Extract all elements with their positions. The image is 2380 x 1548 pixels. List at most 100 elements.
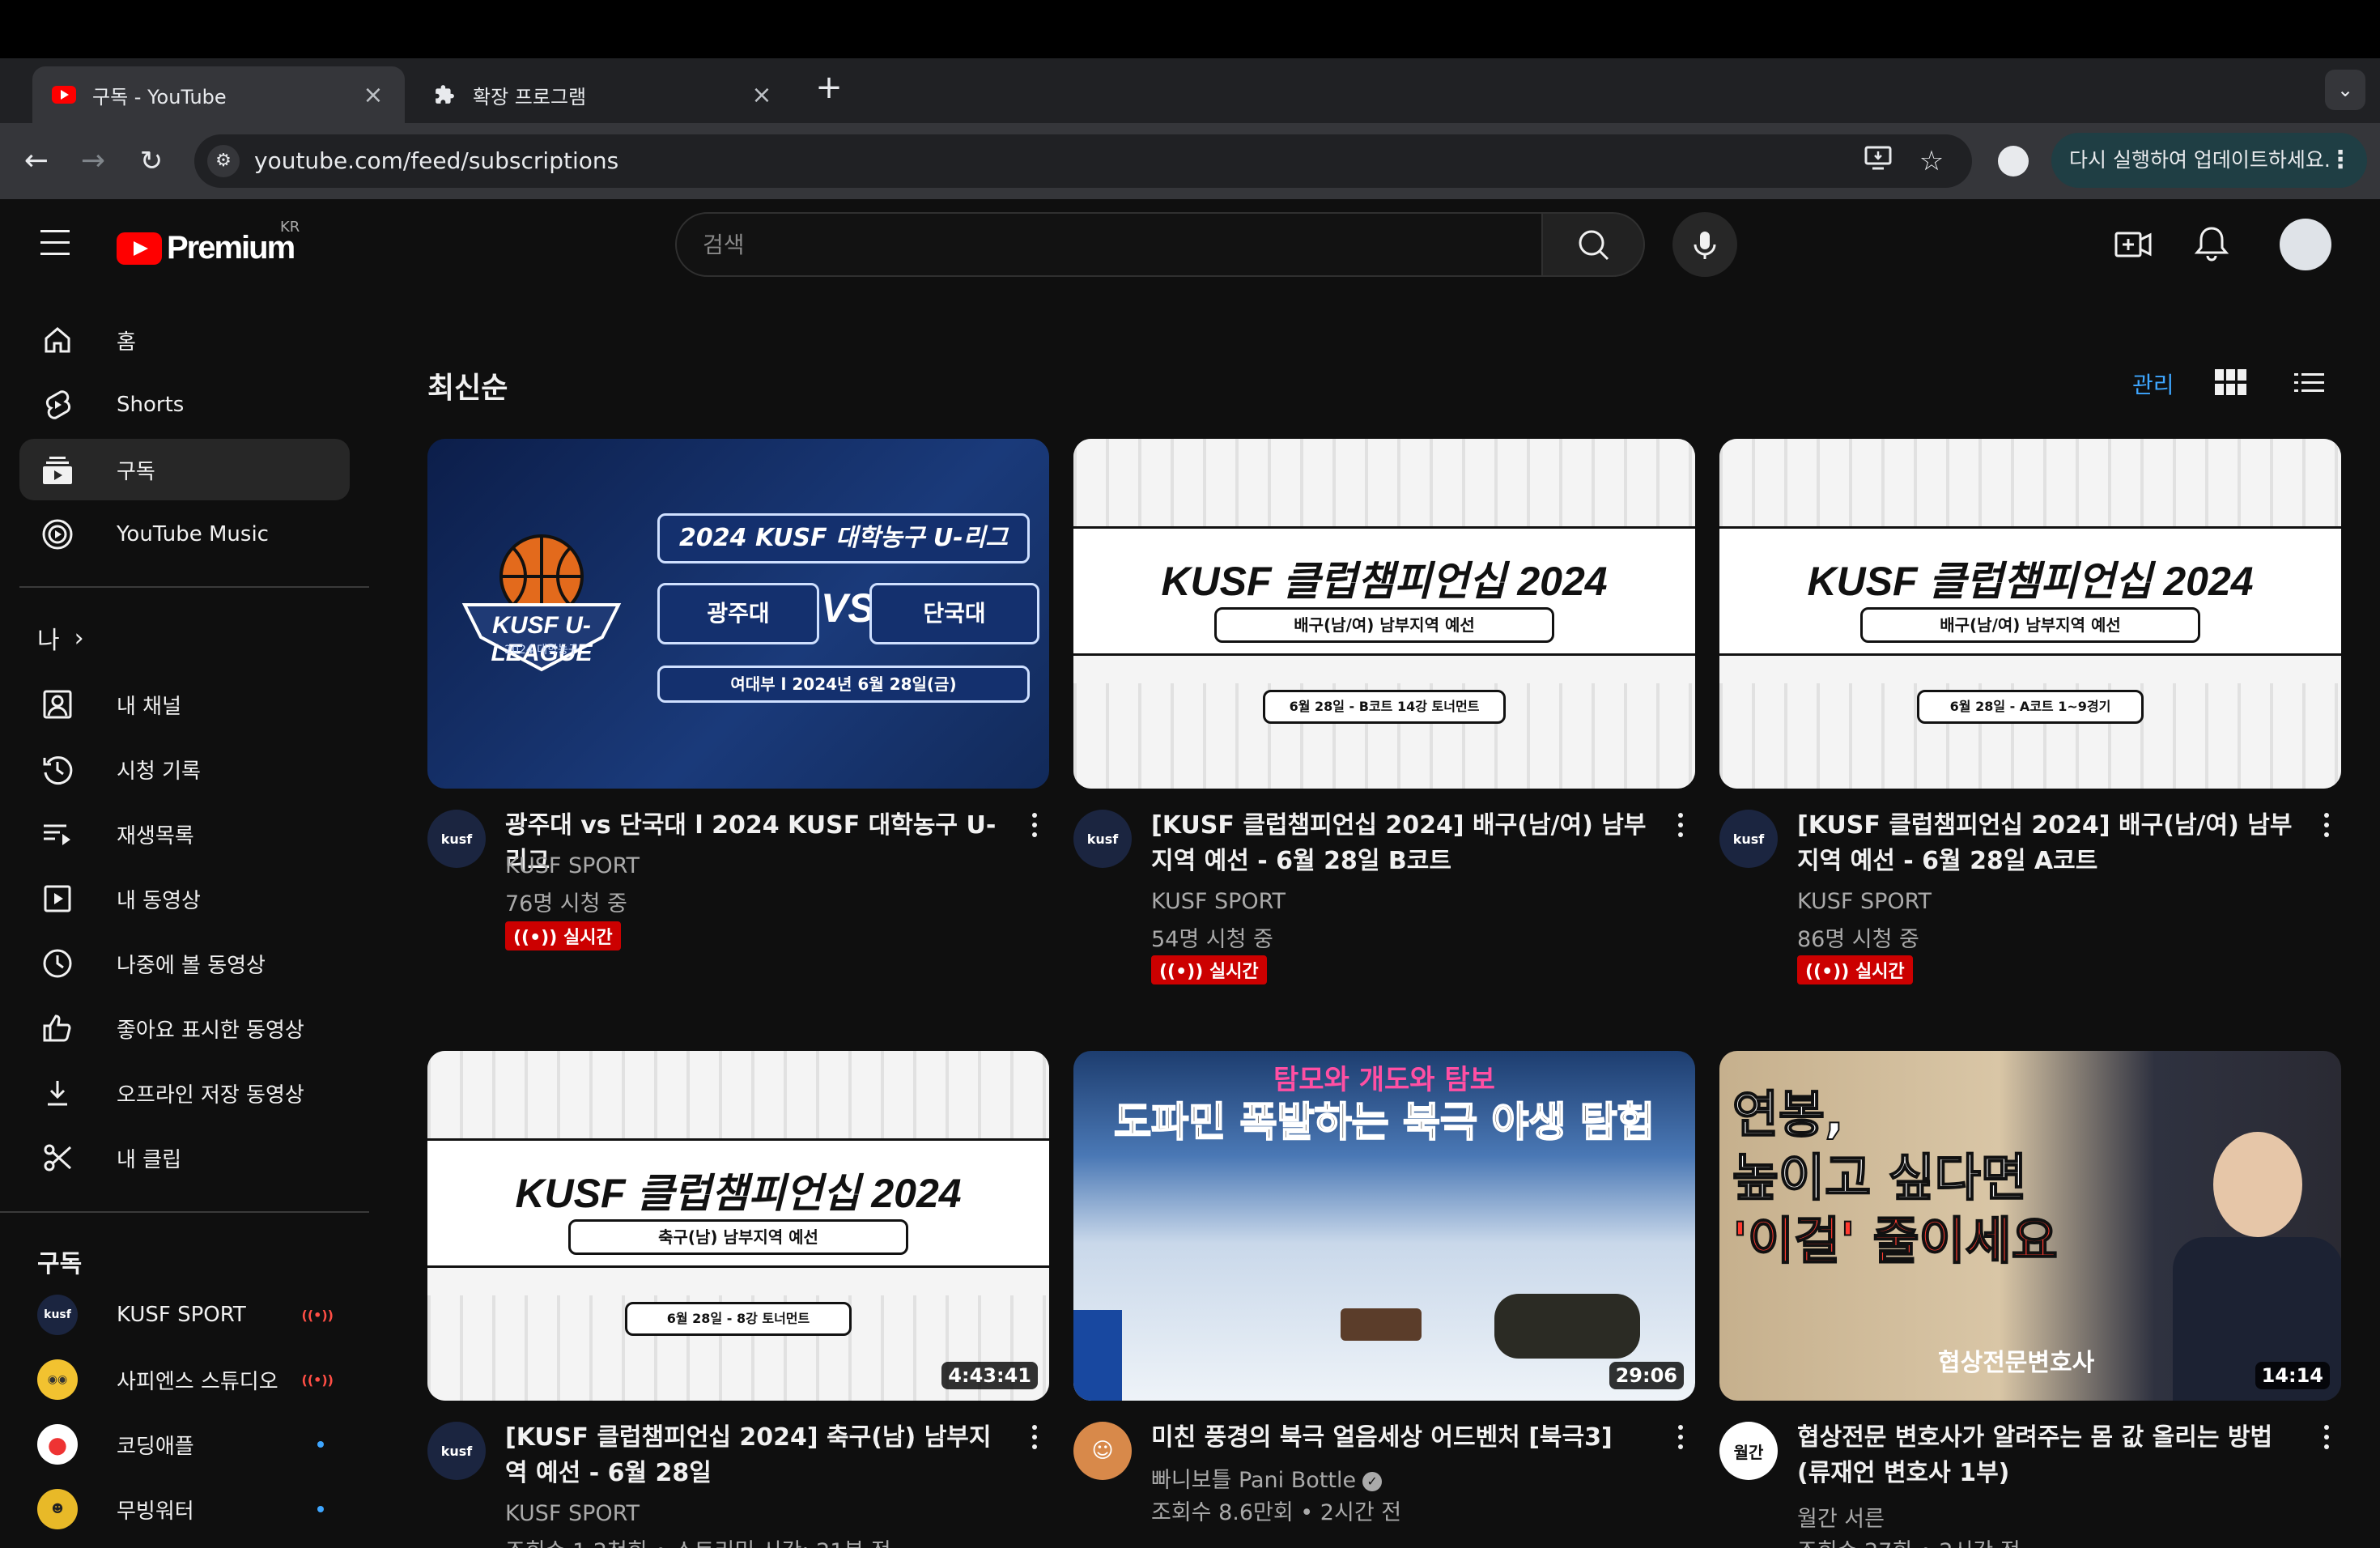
thumb-date-pill: 6월 28일 - B코트 14강 토너먼트: [1263, 690, 1506, 724]
video-card[interactable]: KUSF U-LEAGUE 2024 대학농구 2024 KUSF 대학농구 U…: [427, 439, 1049, 983]
thumb-sub-pill: 배구(남/여) 남부지역 예선: [1214, 607, 1554, 643]
sidebar-item-clips[interactable]: 내 클립: [19, 1127, 350, 1189]
thumb-tag: 협상전문변호사: [1938, 1349, 2095, 1377]
youtube-premium-logo[interactable]: Premium: [117, 230, 295, 266]
sidebar-item-playlists[interactable]: 재생목록: [19, 803, 350, 865]
tab-search-chevron-icon[interactable]: ⌄: [2325, 70, 2365, 110]
video-channel-name[interactable]: 빠니보틀 Pani Bottle: [1151, 1468, 1356, 1493]
video-channel-name[interactable]: KUSF SPORT: [505, 1501, 640, 1526]
video-card[interactable]: 연봉, 높이고 싶다면 '이걸' 줄이세요 협상전문변호사 14:14 월간 협…: [1719, 1051, 2341, 1548]
list-view-icon[interactable]: [2294, 371, 2327, 395]
channel-avatar[interactable]: ☺: [1073, 1422, 1132, 1480]
more-vertical-icon[interactable]: [1672, 1425, 1689, 1457]
update-chrome-button[interactable]: 다시 실행하여 업데이트하세요. ⋮: [2051, 133, 2367, 188]
sidebar-item-downloads[interactable]: 오프라인 저장 동영상: [19, 1062, 350, 1124]
search-input[interactable]: [677, 214, 1541, 275]
sidebar-item-liked-videos[interactable]: 좋아요 표시한 동영상: [19, 997, 350, 1059]
close-tab-icon[interactable]: ×: [750, 81, 774, 109]
sidebar-item-label: 시청 기록: [117, 759, 201, 784]
video-channel-name[interactable]: 월간 서른: [1797, 1501, 1885, 1533]
channel-avatar[interactable]: kusf: [1073, 810, 1132, 868]
sidebar-item-history[interactable]: 시청 기록: [19, 738, 350, 800]
live-broadcast-icon: ((•)): [513, 928, 563, 948]
scissors-icon: [39, 1139, 76, 1176]
install-app-icon[interactable]: [1862, 146, 1894, 178]
sidebar-item-subscriptions[interactable]: 구독: [19, 439, 350, 500]
sidebar-item-youtube-music[interactable]: YouTube Music: [19, 504, 350, 565]
sidebar-item-home[interactable]: 홈: [19, 309, 350, 371]
sidebar-item-watch-later[interactable]: 나중에 볼 동영상: [19, 933, 350, 994]
tab-extensions[interactable]: 확장 프로그램 ×: [413, 66, 793, 123]
video-channel-name[interactable]: KUSF SPORT: [505, 853, 640, 878]
video-duration: 29:06: [1609, 1362, 1684, 1389]
sidebar-item-label: 내 클립: [117, 1147, 182, 1172]
subscription-item-coding-apple[interactable]: ● 코딩애플: [19, 1414, 350, 1475]
sidebar-item-label: 좋아요 표시한 동영상: [117, 1018, 304, 1043]
video-channel-name[interactable]: KUSF SPORT: [1797, 889, 1932, 914]
video-title[interactable]: [KUSF 클럽챔피언십 2024] 축구(남) 남부지역 예선 - 6월 28…: [505, 1420, 1007, 1491]
channel-avatar[interactable]: kusf: [427, 810, 486, 868]
video-title[interactable]: [KUSF 클럽챔피언십 2024] 배구(남/여) 남부지역 예선 - 6월 …: [1151, 808, 1653, 879]
your-channel-icon: [39, 686, 76, 723]
tab-youtube-subscriptions[interactable]: 구독 - YouTube ×: [32, 66, 405, 123]
voice-search-button[interactable]: [1672, 212, 1737, 277]
video-stats: 76명 시청 중: [505, 891, 627, 916]
new-tab-button[interactable]: +: [813, 71, 845, 104]
more-vertical-icon[interactable]: [1672, 813, 1689, 845]
video-card[interactable]: KUSF 클럽챔피언십 2024 배구(남/여) 남부지역 예선 6월 28일 …: [1073, 439, 1695, 985]
microphone-icon: [1694, 232, 1716, 259]
thumb-logo-text: KUSF U-LEAGUE: [491, 612, 593, 666]
video-channel-row[interactable]: 빠니보틀 Pani Bottle ✓: [1151, 1462, 1383, 1494]
sidebar-item-your-videos[interactable]: 내 동영상: [19, 868, 350, 929]
video-thumbnail[interactable]: 연봉, 높이고 싶다면 '이걸' 줄이세요 협상전문변호사 14:14: [1719, 1051, 2341, 1401]
channel-avatar[interactable]: kusf: [427, 1422, 486, 1480]
channel-avatar[interactable]: kusf: [1719, 810, 1778, 868]
video-card[interactable]: KUSF 클럽챔피언십 2024 축구(남) 남부지역 예선 6월 28일 - …: [427, 1051, 1049, 1548]
site-info-icon[interactable]: ⚙: [207, 145, 240, 177]
close-tab-icon[interactable]: ×: [361, 81, 385, 109]
video-duration: 4:43:41: [941, 1362, 1038, 1389]
video-stats: 54명 시청 중: [1151, 927, 1273, 952]
create-video-button[interactable]: [2114, 228, 2153, 261]
video-card[interactable]: KUSF 클럽챔피언십 2024 배구(남/여) 남부지역 예선 6월 28일 …: [1719, 439, 2341, 985]
subscription-item-kusf-sport[interactable]: kusf KUSF SPORT ((•)): [19, 1284, 350, 1346]
account-avatar[interactable]: [2280, 219, 2331, 270]
video-thumbnail[interactable]: 탐모와 개도와 탐보 도파민 폭발하는 북극 야생 탐험 29:06: [1073, 1051, 1695, 1401]
channel-avatar[interactable]: 월간: [1719, 1422, 1778, 1480]
grid-view-icon[interactable]: [2215, 369, 2247, 397]
notifications-button[interactable]: [2192, 223, 2231, 264]
reload-icon[interactable]: ↻: [131, 141, 172, 181]
video-card[interactable]: 탐모와 개도와 탐보 도파민 폭발하는 북극 야생 탐험 29:06 ☺ 미친 …: [1073, 1051, 1695, 1548]
youtube-masthead: Premium KR: [0, 199, 2380, 290]
subscription-item-sapiens-studio[interactable]: ◉◉ 사피엔스 스튜디오 ((•)): [19, 1349, 350, 1410]
video-thumbnail[interactable]: KUSF U-LEAGUE 2024 대학농구 2024 KUSF 대학농구 U…: [427, 439, 1049, 789]
more-vertical-icon[interactable]: ⋮: [2328, 133, 2352, 188]
video-title[interactable]: 협상전문 변호사가 알려주는 몸 값 올리는 방법 (류재언 변호사 1부): [1797, 1420, 2299, 1491]
thumb-sled: [1341, 1308, 1422, 1341]
thumb-person-face: [2213, 1132, 2302, 1237]
search-button[interactable]: [1543, 212, 1645, 277]
subscription-item-moving-water[interactable]: ☻ 무빙워터: [19, 1478, 350, 1540]
video-thumbnail[interactable]: KUSF 클럽챔피언십 2024 축구(남) 남부지역 예선 6월 28일 - …: [427, 1051, 1049, 1401]
more-vertical-icon[interactable]: [2318, 813, 2335, 845]
sidebar-item-shorts[interactable]: Shorts: [19, 374, 350, 436]
sidebar-item-your-channel[interactable]: 내 채널: [19, 674, 350, 735]
video-channel-name[interactable]: KUSF SPORT: [1151, 889, 1286, 914]
forward-arrow-icon[interactable]: →: [73, 141, 113, 181]
browser-profile-avatar[interactable]: [1998, 146, 2029, 176]
more-vertical-icon[interactable]: [2318, 1425, 2335, 1457]
video-thumbnail[interactable]: KUSF 클럽챔피언십 2024 배구(남/여) 남부지역 예선 6월 28일 …: [1073, 439, 1695, 789]
address-bar[interactable]: ⚙ youtube.com/feed/subscriptions ☆: [194, 134, 1972, 188]
bookmark-star-icon[interactable]: ☆: [1915, 146, 1948, 178]
video-thumbnail[interactable]: KUSF 클럽챔피언십 2024 배구(남/여) 남부지역 예선 6월 28일 …: [1719, 439, 2341, 789]
url-text[interactable]: youtube.com/feed/subscriptions: [254, 147, 618, 174]
thumb-sub-pill: 배구(남/여) 남부지역 예선: [1860, 607, 2200, 643]
back-arrow-icon[interactable]: ←: [16, 141, 57, 181]
hamburger-menu-icon[interactable]: [40, 230, 73, 257]
sidebar-section-you[interactable]: 나 ›: [37, 620, 84, 656]
video-title[interactable]: 미친 풍경의 북극 얼음세상 어드벤처 [북극3]: [1151, 1420, 1653, 1456]
more-vertical-icon[interactable]: [1026, 1425, 1043, 1457]
video-title[interactable]: [KUSF 클럽챔피언십 2024] 배구(남/여) 남부지역 예선 - 6월 …: [1797, 808, 2299, 879]
more-vertical-icon[interactable]: [1026, 813, 1043, 845]
manage-subscriptions-link[interactable]: 관리: [2132, 368, 2174, 400]
